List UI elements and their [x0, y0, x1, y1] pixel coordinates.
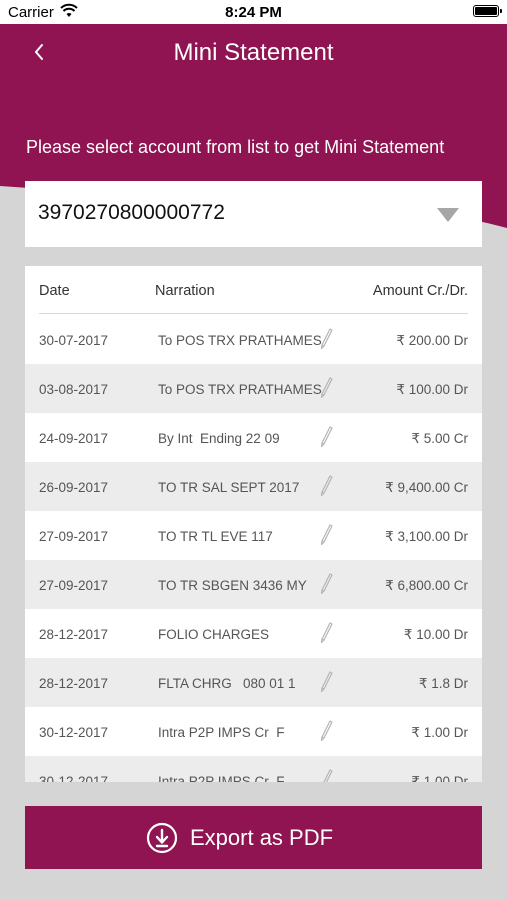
- page-title: Mini Statement: [173, 39, 334, 66]
- row-narration: TO TR TL EVE 117: [158, 529, 273, 544]
- table-row[interactable]: 24-09-2017 By Int Ending 22 09 ₹ 5.00 Cr: [25, 413, 482, 462]
- table-row[interactable]: 28-12-2017 FLTA CHRG 080 01 1 ₹ 1.8 Dr: [25, 658, 482, 707]
- row-amount: ₹ 200.00 Dr: [396, 333, 468, 348]
- row-date: 24-09-2017: [39, 431, 109, 446]
- export-pdf-button[interactable]: Export as PDF: [25, 806, 482, 869]
- row-amount: ₹ 100.00 Dr: [396, 382, 468, 397]
- row-narration: FLTA CHRG 080 01 1: [158, 676, 296, 691]
- table-row[interactable]: 30-12-2017 Intra P2P IMPS Cr F ₹ 1.00 Dr: [25, 756, 482, 782]
- pencil-icon[interactable]: [319, 426, 333, 448]
- row-amount: ₹ 3,100.00 Dr: [385, 529, 468, 544]
- table-row[interactable]: 30-07-2017 To POS TRX PRATHAMES ₹ 200.00 D…: [25, 315, 482, 364]
- account-number: 3970270800000772: [38, 201, 225, 224]
- pencil-icon[interactable]: [319, 475, 333, 497]
- row-narration: To POS TRX PRATHAMES: [158, 333, 322, 348]
- column-header-narration: Narration: [155, 283, 215, 299]
- row-date: 30-12-2017: [39, 774, 109, 782]
- pencil-icon[interactable]: [319, 671, 333, 693]
- row-amount: ₹ 9,400.00 Cr: [385, 480, 468, 495]
- table-row[interactable]: 30-12-2017 Intra P2P IMPS Cr F ₹ 1.00 Dr: [25, 707, 482, 756]
- header-divider: [39, 313, 468, 314]
- row-date: 03-08-2017: [39, 382, 109, 397]
- row-amount: ₹ 6,800.00 Cr: [385, 578, 468, 593]
- row-narration: To POS TRX PRATHAMES: [158, 382, 322, 397]
- row-date: 26-09-2017: [39, 480, 109, 495]
- row-narration: By Int Ending 22 09: [158, 431, 280, 446]
- status-bar: Carrier 8:24 PM: [0, 0, 507, 24]
- row-date: 30-12-2017: [39, 725, 109, 740]
- table-row[interactable]: 03-08-2017 To POS TRX PRATHAMES ₹ 100.00 D…: [25, 364, 482, 413]
- status-time: 8:24 PM: [225, 4, 282, 21]
- column-header-date: Date: [39, 283, 70, 299]
- row-date: 27-09-2017: [39, 578, 109, 593]
- instruction-text: Please select account from list to get M…: [26, 137, 445, 157]
- pencil-icon[interactable]: [319, 524, 333, 546]
- row-narration: TO TR SAL SEPT 2017: [158, 480, 300, 495]
- row-narration: TO TR SBGEN 3436 MY: [158, 578, 307, 593]
- pencil-icon[interactable]: [319, 622, 333, 644]
- row-amount: ₹ 5.00 Cr: [411, 431, 468, 446]
- table-row[interactable]: 26-09-2017 TO TR SAL SEPT 2017 ₹ 9,400.00 …: [25, 462, 482, 511]
- pencil-icon[interactable]: [319, 328, 333, 350]
- row-date: 28-12-2017: [39, 627, 109, 642]
- row-date: 28-12-2017: [39, 676, 109, 691]
- row-amount: ₹ 1.00 Dr: [411, 774, 468, 782]
- table-row[interactable]: 27-09-2017 TO TR TL EVE 117 ₹ 3,100.00 Dr: [25, 511, 482, 560]
- row-narration: Intra P2P IMPS Cr F: [158, 725, 285, 740]
- row-amount: ₹ 1.8 Dr: [418, 676, 468, 691]
- export-pdf-label: Export as PDF: [190, 825, 334, 850]
- pencil-icon[interactable]: [319, 720, 333, 742]
- account-dropdown[interactable]: 3970270800000772: [25, 181, 482, 247]
- nav-bar: Mini Statement: [0, 24, 507, 84]
- row-date: 30-07-2017: [39, 333, 109, 348]
- pencil-icon[interactable]: [319, 377, 333, 399]
- battery-icon: [473, 5, 502, 17]
- download-circle-icon: [146, 822, 178, 854]
- row-amount: ₹ 10.00 Dr: [403, 627, 468, 642]
- statement-table[interactable]: Date Narration Amount Cr./Dr. 30-07-2017…: [25, 266, 482, 782]
- pencil-icon[interactable]: [319, 573, 333, 595]
- row-amount: ₹ 1.00 Dr: [411, 725, 468, 740]
- row-narration: FOLIO CHARGES: [158, 627, 270, 642]
- column-header-amount: Amount Cr./Dr.: [372, 283, 468, 299]
- pencil-icon[interactable]: [319, 769, 333, 782]
- table-row[interactable]: 27-09-2017 TO TR SBGEN 3436 MY ₹ 6,800.00 …: [25, 560, 482, 609]
- caret-down-icon: [437, 208, 459, 222]
- row-date: 27-09-2017: [39, 529, 109, 544]
- table-row[interactable]: 28-12-2017 FOLIO CHARGES ₹ 10.00 Dr: [25, 609, 482, 658]
- row-narration: Intra P2P IMPS Cr F: [158, 774, 285, 782]
- table-header: Date Narration Amount Cr./Dr.: [25, 266, 482, 314]
